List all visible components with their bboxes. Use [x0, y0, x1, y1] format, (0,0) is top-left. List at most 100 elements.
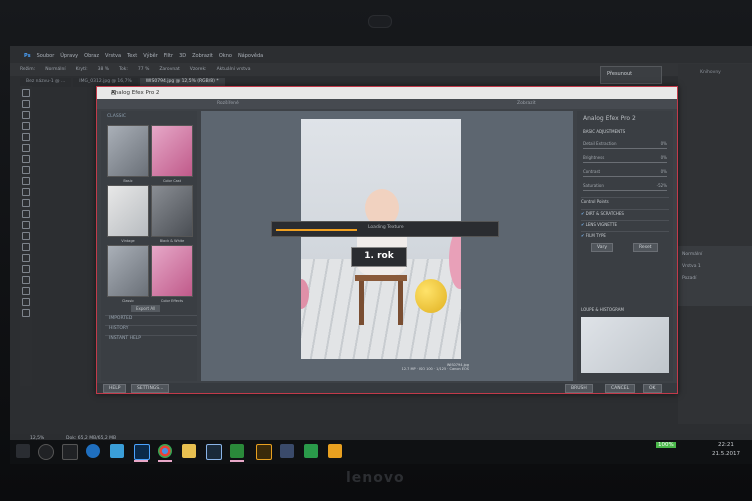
vary-button[interactable]: Vary	[591, 243, 613, 252]
blend-mode[interactable]: Normální	[682, 252, 702, 257]
marquee-tool-icon[interactable]	[22, 100, 30, 108]
preset-thumb[interactable]: Color Cast	[151, 125, 193, 183]
sheets-icon[interactable]	[304, 444, 318, 458]
zoom-tool-icon[interactable]	[22, 298, 30, 306]
toolbar-item[interactable]: Zobrazit	[517, 101, 536, 106]
photo-sign: 1. rok	[351, 247, 407, 267]
tool-panel	[20, 86, 32, 386]
panel-title: Analog Efex Pro 2	[583, 115, 636, 122]
section-control-points[interactable]: Control Points	[581, 197, 669, 204]
history-brush-tool-icon[interactable]	[22, 188, 30, 196]
photoshop-icon[interactable]	[134, 444, 150, 460]
section-instant-help[interactable]: INSTANT HELP	[105, 335, 197, 343]
section-dirt-scratches[interactable]: ✔ DIRT & SCRATCHES	[581, 209, 669, 216]
contrast-slider[interactable]	[583, 176, 667, 177]
file-explorer-icon[interactable]	[182, 444, 196, 458]
clock-time[interactable]: 22:21	[718, 442, 734, 448]
preset-thumb[interactable]: Basic	[107, 125, 149, 183]
store-icon[interactable]	[110, 444, 124, 458]
pen-tool-icon[interactable]	[22, 243, 30, 251]
close-icon[interactable]: ✕	[111, 89, 667, 96]
layer-row[interactable]: Vrstva 1	[682, 264, 701, 269]
help-button[interactable]: HELP	[103, 384, 127, 393]
media-icon[interactable]	[328, 444, 342, 458]
eyedropper-tool-icon[interactable]	[22, 144, 30, 152]
photoshop-logo: Ps	[24, 53, 31, 59]
brush-button[interactable]: BRUSH	[565, 384, 593, 393]
gradient-tool-icon[interactable]	[22, 210, 30, 218]
menu-item[interactable]: Vrstva	[105, 53, 121, 59]
loupe-preview	[581, 317, 669, 373]
menu-item[interactable]: Soubor	[37, 53, 55, 59]
bridge-icon[interactable]	[256, 444, 272, 460]
export-button[interactable]: Export All	[131, 305, 161, 312]
lightroom-icon[interactable]	[206, 444, 222, 460]
lasso-tool-icon[interactable]	[22, 111, 30, 119]
settings-button[interactable]: SETTINGS...	[131, 384, 170, 393]
preset-thumb[interactable]: Color Effects	[151, 245, 193, 303]
menu-item[interactable]: Úpravy	[60, 53, 78, 59]
loupe-title[interactable]: LOUPE & HISTOGRAM	[581, 307, 624, 312]
stamp-tool-icon[interactable]	[22, 177, 30, 185]
option-value[interactable]: 38 %	[98, 67, 109, 72]
preset-thumb[interactable]: Black & White	[151, 185, 193, 243]
menu-item[interactable]: Okno	[219, 53, 232, 59]
quick-select-tool-icon[interactable]	[22, 122, 30, 130]
edge-icon[interactable]	[86, 444, 100, 458]
section-imported[interactable]: IMPORTED	[105, 315, 197, 323]
presets-panel: CLASSIC Basic Color Cast Vintage Black &…	[101, 111, 197, 381]
eraser-tool-icon[interactable]	[22, 199, 30, 207]
menu-item[interactable]: Text	[127, 53, 137, 59]
crop-tool-icon[interactable]	[22, 133, 30, 141]
toolbar-item[interactable]: Rozšířené	[217, 101, 239, 106]
menu-item[interactable]: Filtr	[164, 53, 173, 59]
color-swatch-icon[interactable]	[22, 309, 30, 317]
lenovo-logo: lenovo	[346, 470, 405, 486]
nik-collection-icon[interactable]	[230, 444, 244, 458]
menu-item[interactable]: Výběr	[143, 53, 158, 59]
option-value[interactable]: 77 %	[138, 67, 149, 72]
text-tool-icon[interactable]	[22, 254, 30, 262]
task-view-icon[interactable]	[62, 444, 78, 460]
section-basic-adjustments[interactable]: BASIC ADJUSTMENTS	[583, 129, 625, 134]
move-window[interactable]: Přesunout	[600, 66, 662, 84]
menu-item[interactable]: Obraz	[84, 53, 99, 59]
search-icon[interactable]	[38, 444, 54, 460]
section-lens-vignette[interactable]: ✔ LENS VIGNETTE	[581, 220, 669, 227]
brush-tool-icon[interactable]	[22, 166, 30, 174]
dodge-tool-icon[interactable]	[22, 232, 30, 240]
option-checkbox[interactable]: Zarovnat	[159, 67, 179, 72]
shape-tool-icon[interactable]	[22, 276, 30, 284]
saturation-slider[interactable]	[583, 190, 667, 191]
app-icon[interactable]	[280, 444, 294, 458]
menu-item[interactable]: 3D	[179, 53, 186, 59]
chrome-icon[interactable]	[158, 444, 172, 458]
hand-tool-icon[interactable]	[22, 287, 30, 295]
blur-tool-icon[interactable]	[22, 221, 30, 229]
preset-thumb[interactable]: Vintage	[107, 185, 149, 243]
preset-caption: Vintage	[121, 239, 135, 243]
battery-indicator[interactable]: 100%	[656, 442, 676, 448]
healing-tool-icon[interactable]	[22, 155, 30, 163]
option-value[interactable]: Aktuální vrstva	[217, 67, 251, 72]
menu-item[interactable]: Nápověda	[238, 53, 263, 59]
preview-canvas[interactable]: 1. rok WIS0794.jpg 12.7 MP · ISO 100 · 1…	[201, 111, 573, 381]
menu-item[interactable]: Zobrazit	[192, 53, 213, 59]
layer-row[interactable]: Pozadí	[682, 276, 697, 281]
preset-caption: Color Cast	[162, 179, 182, 183]
option-value[interactable]: Normální	[45, 67, 65, 72]
cancel-button[interactable]: CANCEL	[605, 384, 636, 393]
clock-date[interactable]: 21.5.2017	[712, 451, 740, 457]
dialog-title-bar[interactable]: Analog Efex Pro 2 – □ ✕	[97, 87, 677, 99]
move-tool-icon[interactable]	[22, 89, 30, 97]
windows-start-icon[interactable]	[16, 444, 30, 458]
ok-button[interactable]: OK	[643, 384, 662, 393]
section-history[interactable]: HISTORY	[105, 325, 197, 333]
adjust-label: Contrast	[583, 169, 601, 174]
detail-slider[interactable]	[583, 148, 667, 149]
path-select-tool-icon[interactable]	[22, 265, 30, 273]
preset-thumb[interactable]: Classic	[107, 245, 149, 303]
reset-button[interactable]: Reset	[633, 243, 658, 252]
section-film-type[interactable]: ✔ FILM TYPE	[581, 231, 669, 238]
brightness-slider[interactable]	[583, 162, 667, 163]
